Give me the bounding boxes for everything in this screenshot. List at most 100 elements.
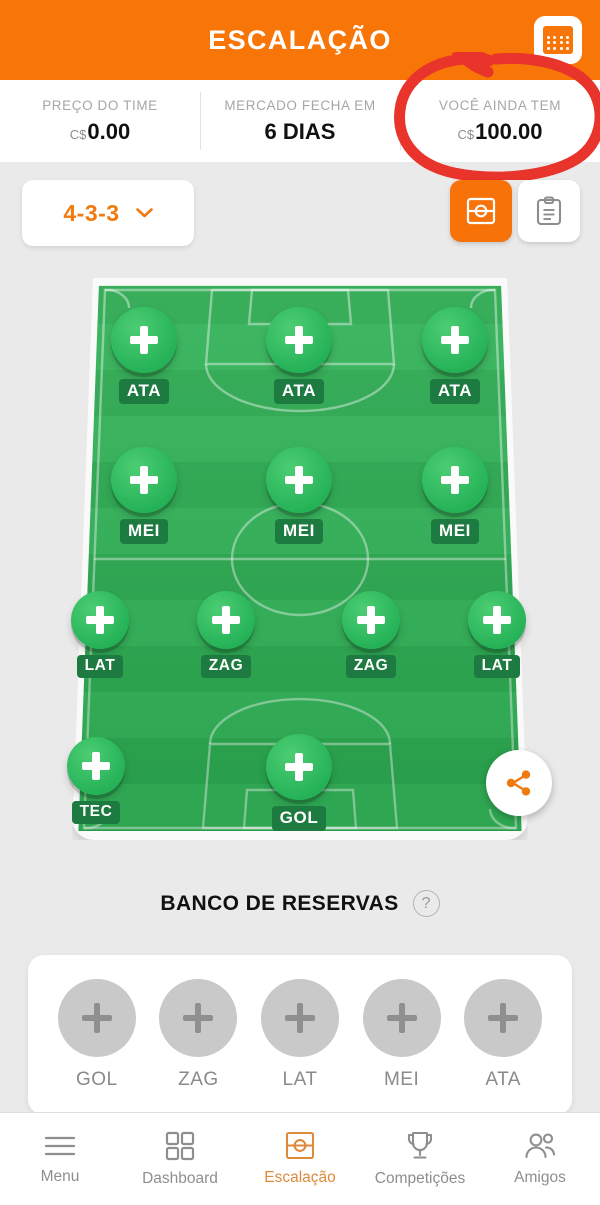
bench-slot-mei[interactable]: MEI (362, 979, 441, 1091)
position-slot-mei-3[interactable]: MEI (422, 447, 488, 544)
plus-icon (211, 605, 241, 635)
add-player-button[interactable] (266, 307, 332, 373)
stat-amount: 6 DIAS (264, 118, 336, 144)
plus-icon (85, 605, 115, 635)
lineup-toolbar: 4-3-3 (0, 172, 600, 254)
share-button[interactable] (486, 750, 552, 816)
nav-label: Escalação (264, 1169, 336, 1186)
add-bench-player-button[interactable] (464, 979, 543, 1057)
hamburger-menu-icon (44, 1136, 76, 1155)
bench-card: GOL ZAG LAT MEI ATA (28, 955, 572, 1115)
add-player-button[interactable] (266, 734, 332, 800)
add-player-button[interactable] (197, 591, 255, 649)
help-circle-icon[interactable]: ? (412, 890, 440, 917)
nav-item-competicoes[interactable]: Competições (360, 1131, 480, 1188)
position-label: LAT (76, 655, 124, 678)
position-label: ATA (118, 379, 170, 404)
plus-icon (440, 325, 470, 355)
formation-selector[interactable]: 4-3-3 (22, 180, 194, 246)
view-pitch-button[interactable] (450, 180, 512, 242)
add-bench-player-button[interactable] (159, 979, 238, 1057)
bench-slot-gol[interactable]: GOL (57, 979, 136, 1091)
position-slot-zag-2[interactable]: ZAG (342, 591, 400, 678)
calendar-button[interactable] (534, 16, 582, 64)
bench-slot-ata[interactable]: ATA (464, 979, 543, 1091)
bench-slot-label: LAT (282, 1069, 318, 1090)
add-bench-player-button[interactable] (57, 979, 136, 1057)
add-player-button[interactable] (468, 591, 526, 649)
bench-title: BANCO DE RESERVAS (160, 891, 399, 915)
pitch-area: ATA ATA ATA MEI MEI MEI LAT ZAG ZAG LAT … (0, 272, 600, 847)
stat-market-closes: MERCADO FECHA EM 6 DIAS (200, 80, 400, 162)
bench-slot-label: ATA (485, 1069, 521, 1090)
position-slot-gol[interactable]: GOL (266, 734, 332, 831)
nav-item-dashboard[interactable]: Dashboard (120, 1131, 240, 1188)
add-player-button[interactable] (67, 737, 125, 795)
currency-prefix: C$ (457, 126, 475, 142)
stat-label: VOCÊ AINDA TEM (438, 97, 562, 113)
bench-slot-lat[interactable]: LAT (260, 979, 339, 1091)
calendar-icon (543, 26, 573, 54)
add-player-button[interactable] (71, 591, 129, 649)
position-slot-zag-1[interactable]: ZAG (197, 591, 255, 678)
plus-icon (129, 465, 159, 495)
position-label: ATA (273, 379, 325, 404)
stat-label: MERCADO FECHA EM (224, 97, 376, 113)
add-player-button[interactable] (422, 447, 488, 513)
stat-label: PREÇO DO TIME (42, 97, 158, 113)
position-label: ATA (429, 379, 481, 404)
position-slot-ata-1[interactable]: ATA (111, 307, 177, 404)
bench-slot-zag[interactable]: ZAG (159, 979, 238, 1091)
bench-slot-label: MEI (383, 1069, 420, 1090)
position-slot-mei-1[interactable]: MEI (111, 447, 177, 544)
position-label: LAT (473, 655, 521, 678)
add-bench-player-button[interactable] (362, 979, 441, 1057)
clipboard-list-icon (536, 196, 562, 226)
add-player-button[interactable] (422, 307, 488, 373)
view-toggle-group (450, 180, 580, 242)
pitch-view-icon (466, 197, 496, 225)
position-slot-lat-2[interactable]: LAT (468, 591, 526, 678)
position-label: MEI (119, 519, 169, 544)
position-label: TEC (71, 801, 121, 824)
add-player-button[interactable] (111, 447, 177, 513)
chevron-down-icon (135, 208, 153, 218)
nav-item-escalacao[interactable]: Escalação (240, 1131, 360, 1187)
nav-label: Amigos (514, 1168, 566, 1186)
position-slot-mei-2[interactable]: MEI (266, 447, 332, 544)
formation-value: 4-3-3 (63, 199, 120, 226)
stat-value: C$100.00 (458, 119, 543, 145)
position-slot-ata-3[interactable]: ATA (422, 307, 488, 404)
nav-label: Dashboard (142, 1169, 218, 1187)
nav-item-amigos[interactable]: Amigos (480, 1132, 600, 1187)
app-root: ESCALAÇÃO PREÇO DO TIME C$0.00 MERCADO F… (0, 0, 600, 1205)
add-player-button[interactable] (111, 307, 177, 373)
add-player-button[interactable] (266, 447, 332, 513)
position-label: MEI (274, 519, 324, 544)
position-slot-lat-1[interactable]: LAT (71, 591, 129, 678)
view-list-button[interactable] (518, 180, 580, 242)
plus-icon (356, 605, 386, 635)
position-slot-ata-2[interactable]: ATA (266, 307, 332, 404)
position-slot-tec[interactable]: TEC (67, 737, 125, 824)
plus-icon (81, 1002, 113, 1034)
bottom-navigation: Menu Dashboard Escalação Competições Ami… (0, 1112, 600, 1205)
nav-item-menu[interactable]: Menu (0, 1133, 120, 1186)
position-label: GOL (271, 806, 327, 831)
stat-value: C$0.00 (70, 119, 130, 145)
add-bench-player-button[interactable] (260, 979, 339, 1057)
nav-label: Menu (40, 1167, 80, 1185)
nav-label: Competições (374, 1169, 466, 1187)
plus-icon (129, 325, 159, 355)
pitch-view-icon (285, 1131, 315, 1160)
page-title: ESCALAÇÃO (208, 24, 392, 55)
add-player-button[interactable] (342, 591, 400, 649)
position-label: MEI (430, 519, 480, 544)
stat-remaining-budget: VOCÊ AINDA TEM C$100.00 (400, 80, 600, 162)
plus-icon (81, 751, 111, 781)
stat-amount: 0.00 (87, 118, 131, 144)
currency-prefix: C$ (69, 126, 87, 142)
plus-icon (284, 752, 314, 782)
stat-team-price: PREÇO DO TIME C$0.00 (0, 80, 200, 162)
position-label: ZAG (345, 655, 397, 678)
